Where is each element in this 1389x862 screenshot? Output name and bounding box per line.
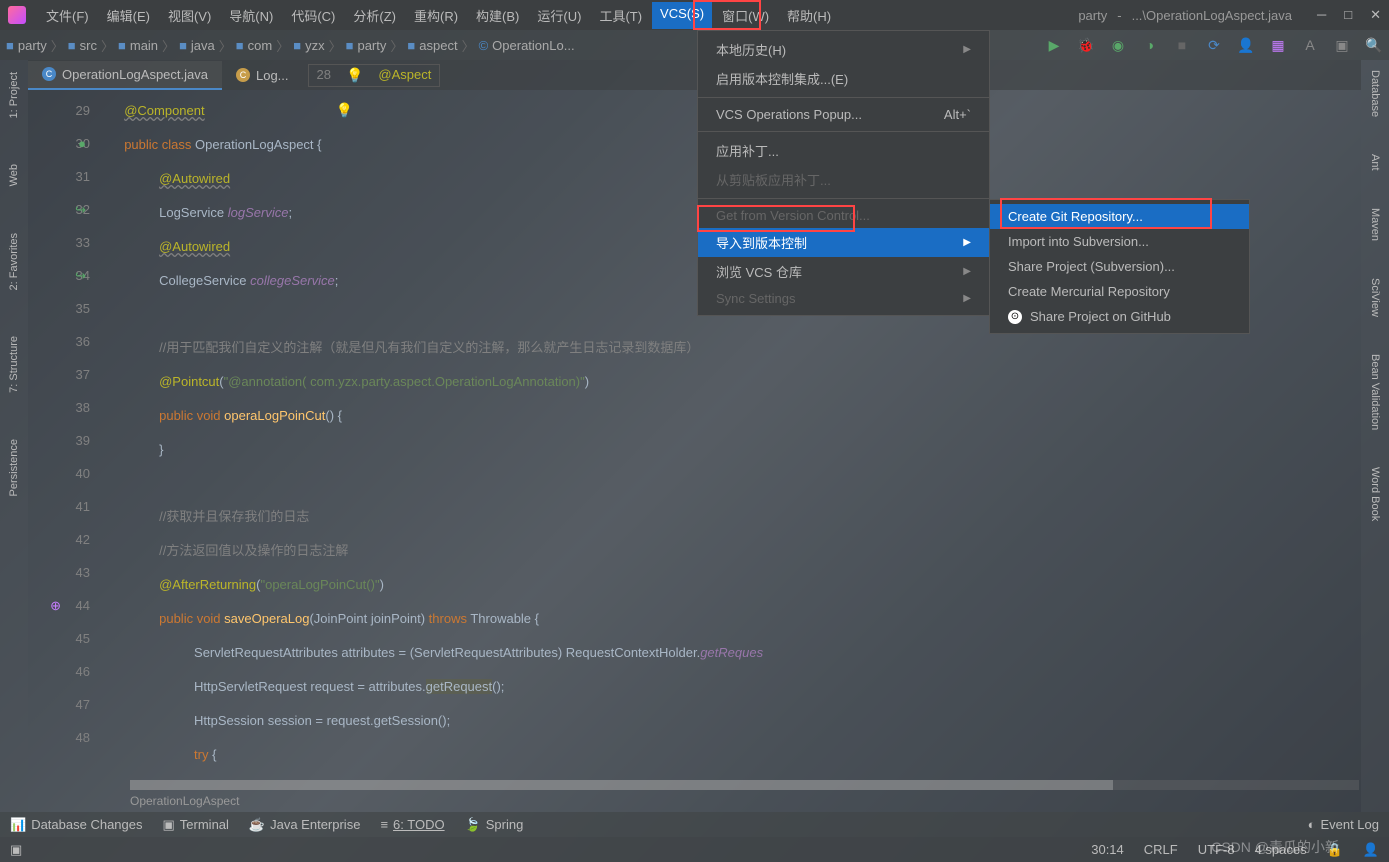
structure-tool[interactable]: 7: Structure (4, 328, 24, 401)
editor: COperationLogAspect.java CLog... 28 💡 @A… (28, 60, 1361, 812)
ide-icon[interactable]: ▦ (1269, 36, 1287, 54)
todo-tab[interactable]: ≡ 6: TODO (380, 817, 444, 832)
github-icon: ⊙ (1008, 310, 1022, 324)
menu-edit[interactable]: 编辑(E) (99, 2, 158, 29)
menu-code[interactable]: 代码(C) (283, 2, 343, 29)
menu-browse-vcs[interactable]: 浏览 VCS 仓库▶ (698, 257, 989, 286)
class-icon: ● (70, 127, 86, 143)
event-log[interactable]: ◐ Event Log (1308, 817, 1379, 832)
persistence-tool[interactable]: Persistence (4, 431, 24, 504)
wordbook-tool[interactable]: Word Book (1365, 461, 1385, 527)
titlebar: 文件(F) 编辑(E) 视图(V) 导航(N) 代码(C) 分析(Z) 重构(R… (0, 0, 1389, 30)
profile-icon[interactable]: ◑ (1141, 36, 1159, 54)
watermark: CSDN @毒瓜的小新 (1211, 837, 1339, 857)
menu-window[interactable]: 窗口(W) (714, 2, 777, 29)
tab-log[interactable]: CLog... (222, 62, 303, 89)
menu-vcs-popup[interactable]: VCS Operations Popup...Alt+` (698, 102, 989, 127)
menu-apply-patch-clipboard: 从剪贴板应用补丁... (698, 165, 989, 194)
cursor-position[interactable]: 30:14 (1091, 842, 1124, 858)
maximize-icon[interactable]: □ (1344, 7, 1352, 23)
horizontal-scrollbar[interactable] (130, 780, 1359, 790)
menu-analyze[interactable]: 分析(Z) (345, 2, 404, 29)
stop-icon[interactable]: ■ (1173, 36, 1191, 54)
menu-apply-patch[interactable]: 应用补丁... (698, 136, 989, 165)
menu-tools[interactable]: 工具(T) (591, 2, 650, 29)
bean-icon: ↪ (70, 193, 86, 209)
terminal-tab[interactable]: ▣ Terminal (163, 817, 229, 833)
run-anything-icon[interactable]: ▣ (1333, 36, 1351, 54)
menu-navigate[interactable]: 导航(N) (221, 2, 281, 29)
menu-file[interactable]: 文件(F) (38, 2, 97, 29)
tab-operationlogaspect[interactable]: COperationLogAspect.java (28, 61, 222, 90)
web-tool[interactable]: Web (4, 156, 24, 194)
aop-icon: ⊕ (45, 589, 61, 605)
menu-view[interactable]: 视图(V) (160, 2, 219, 29)
navigation-bar: ■party〉 ■src〉 ■main〉 ■java〉 ■com〉 ■yzx〉 … (0, 30, 1389, 60)
import-submenu: Create Git Repository... Import into Sub… (989, 199, 1250, 334)
import-svn[interactable]: Import into Subversion... (990, 229, 1249, 254)
line-separator[interactable]: CRLF (1144, 842, 1178, 858)
menu-vcs[interactable]: VCS(S) (652, 2, 712, 29)
coverage-icon[interactable]: ◉ (1109, 36, 1127, 54)
inspection-icon[interactable]: 👤 (1363, 842, 1379, 858)
gutter: 29 30● 31 32↪ 33 34↪ 353637383940414243 … (28, 90, 98, 812)
bulb-icon: 💡 (346, 67, 363, 84)
run-icon[interactable]: ▶ (1045, 36, 1063, 54)
code-hint: 28 💡 @Aspect (308, 64, 441, 87)
bottom-toolbar: 📊 Database Changes ▣ Terminal ☕ Java Ent… (0, 812, 1389, 837)
menu-build[interactable]: 构建(B) (468, 2, 527, 29)
update-icon[interactable]: ⟳ (1205, 36, 1223, 54)
java-ee-tab[interactable]: ☕ Java Enterprise (249, 817, 361, 833)
menu-help[interactable]: 帮助(H) (779, 2, 839, 29)
search-icon[interactable]: 🔍 (1365, 36, 1383, 54)
menu-import-vc[interactable]: 导入到版本控制▶ (698, 228, 989, 257)
beanvalidation-tool[interactable]: Bean Validation (1365, 348, 1385, 436)
close-icon[interactable]: ✕ (1370, 7, 1381, 23)
vcs-dropdown: 本地历史(H)▶ 启用版本控制集成...(E) VCS Operations P… (697, 30, 990, 316)
avatar-icon[interactable]: 👤 (1237, 36, 1255, 54)
menu-run[interactable]: 运行(U) (529, 2, 589, 29)
status-bar: ▣ 30:14 CRLF UTF-8 4 spaces 🔒 👤 (0, 837, 1389, 862)
menu-sync-settings: Sync Settings▶ (698, 286, 989, 311)
right-toolbar: Database Ant Maven SciView Bean Validati… (1361, 60, 1389, 812)
menu-local-history[interactable]: 本地历史(H)▶ (698, 35, 989, 64)
db-changes-tab[interactable]: 📊 Database Changes (10, 817, 143, 833)
minimize-icon[interactable]: ─ (1317, 7, 1326, 23)
menu-enable-vcs[interactable]: 启用版本控制集成...(E) (698, 64, 989, 93)
menubar: 文件(F) 编辑(E) 视图(V) 导航(N) 代码(C) 分析(Z) 重构(R… (38, 2, 839, 29)
sciview-tool[interactable]: SciView (1365, 272, 1385, 323)
ant-tool[interactable]: Ant (1365, 148, 1385, 177)
debug-icon[interactable]: 🐞 (1077, 36, 1095, 54)
tool-windows-icon[interactable]: ▣ (10, 842, 22, 858)
share-github[interactable]: ⊙Share Project on GitHub (990, 304, 1249, 329)
font-icon[interactable]: A (1301, 36, 1319, 54)
maven-tool[interactable]: Maven (1365, 202, 1385, 247)
breadcrumb[interactable]: ■party〉 ■src〉 ■main〉 ■java〉 ■com〉 ■yzx〉 … (6, 36, 575, 55)
menu-refactor[interactable]: 重构(R) (406, 2, 466, 29)
app-logo-icon (8, 6, 26, 24)
editor-tabs: COperationLogAspect.java CLog... 28 💡 @A… (28, 60, 1361, 90)
database-tool[interactable]: Database (1365, 64, 1385, 123)
bean-icon: ↪ (70, 259, 86, 275)
share-svn[interactable]: Share Project (Subversion)... (990, 254, 1249, 279)
left-toolbar: 1: Project Web 2: Favorites 7: Structure… (0, 60, 28, 812)
editor-breadcrumb[interactable]: OperationLogAspect (30, 792, 1359, 814)
window-title: party - ...\OperationLogAspect.java ─ □ … (1078, 7, 1381, 23)
create-hg[interactable]: Create Mercurial Repository (990, 279, 1249, 304)
toolbar: ▶ 🐞 ◉ ◑ ■ ⟳ 👤 ▦ A ▣ 🔍 (1045, 36, 1383, 54)
project-tool[interactable]: 1: Project (4, 64, 24, 126)
menu-get-from-vc: Get from Version Control... (698, 203, 989, 228)
spring-tab[interactable]: 🍃 Spring (465, 817, 524, 833)
create-git-repo[interactable]: Create Git Repository... (990, 204, 1249, 229)
favorites-tool[interactable]: 2: Favorites (4, 225, 24, 298)
